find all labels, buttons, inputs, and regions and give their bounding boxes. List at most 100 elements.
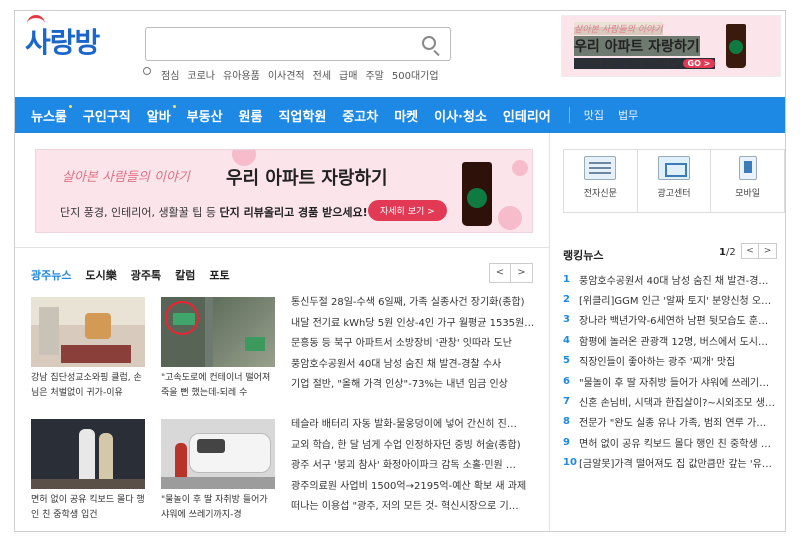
ranking-item[interactable]: 8 전문가 "완도 실종 유나 가족, 범죄 연루 가… bbox=[563, 412, 783, 432]
flower-decoration bbox=[512, 160, 528, 176]
headline-item[interactable]: 문흥동 등 북구 아파트서 소방장비 '관창' 잇따라 도난 bbox=[291, 334, 537, 355]
prev-button[interactable]: < bbox=[489, 263, 511, 283]
hot-keyword[interactable]: 유아용품 bbox=[223, 67, 260, 82]
service-adcenter[interactable]: 광고센터 bbox=[638, 150, 712, 212]
ranking-list: 1 풍암호수공원서 40대 남성 숨진 채 발견-경… 2 [위클리]GGM 인근 … bbox=[563, 269, 783, 473]
rank-number: 9 bbox=[563, 436, 570, 448]
tab-column[interactable]: 칼럼 bbox=[175, 267, 195, 283]
headline-item[interactable]: 광주 서구 '붕괴 참사' 화정아이파크 감독 소홀·민원 … bbox=[291, 456, 537, 477]
rank-text: 장나라 백년가약-6세연하 남편 뒷모습도 훈… bbox=[579, 316, 769, 328]
headline-item[interactable]: 떠나는 이용섭 "광주, 저의 모든 것- 혁신시장으로 기… bbox=[291, 497, 537, 518]
nav-item-realestate[interactable]: 부동산 bbox=[187, 106, 223, 125]
nav-sub-legal[interactable]: 법무 bbox=[618, 107, 638, 123]
nav-item-academy[interactable]: 직업학원 bbox=[278, 106, 326, 125]
rank-text: 면허 없이 공유 킥보드 몰다 행인 친 중학생 … bbox=[579, 438, 771, 450]
ranking-item[interactable]: 7 신혼 손님비, 시댁과 한집살이?~시외조모 생… bbox=[563, 391, 783, 411]
next-button[interactable]: > bbox=[759, 243, 777, 259]
tab-city[interactable]: 도시樂 bbox=[85, 267, 116, 283]
ranking-item[interactable]: 9 면허 없이 공유 킥보드 몰다 행인 친 중학생 … bbox=[563, 432, 783, 452]
rank-number: 8 bbox=[563, 416, 570, 428]
nav-sub-restaurant[interactable]: 맛집 bbox=[584, 107, 604, 123]
nav-item-studio[interactable]: 원룸 bbox=[239, 106, 263, 125]
top-ad-script: 살아본 사람들의 이야기 bbox=[574, 22, 663, 35]
section-divider bbox=[15, 247, 549, 248]
rank-number: 3 bbox=[563, 314, 570, 326]
ranking-item[interactable]: 5 직장인들이 좋아하는 광주 '찌개' 맛집 bbox=[563, 351, 783, 371]
hot-keyword[interactable]: 주말 bbox=[365, 67, 383, 82]
headline-item[interactable]: 광주의료원 사업비 1500억→2195억-예산 확보 새 과제 bbox=[291, 477, 537, 498]
headline-item[interactable]: 기업 절반, "올해 가격 인상"-73%는 내년 임금 인상 bbox=[291, 375, 537, 396]
nav-item-interior[interactable]: 인테리어 bbox=[503, 106, 551, 125]
news-thumbnail[interactable] bbox=[161, 297, 275, 367]
news-thumbnail[interactable] bbox=[31, 419, 145, 489]
rank-number: 7 bbox=[563, 396, 570, 408]
hot-keywords: 점심 코로나 유아용품 이사견적 전세 급매 주말 500대기업 bbox=[143, 67, 439, 82]
thumbnail-caption[interactable]: 강남 집단성교소와핑 클럽, 손님은 처벌없이 귀가-이유 bbox=[31, 371, 145, 401]
rank-text: [위클리]GGM 인근 '알짜 토지' 분양신청 오… bbox=[579, 296, 772, 308]
tab-photo[interactable]: 포토 bbox=[209, 267, 229, 283]
logo-text: 사랑방 bbox=[25, 26, 100, 59]
thumbnail-caption[interactable]: "물놀이 후 딸 자취방 들어가 샤워에 쓰레기까지-경 bbox=[161, 493, 275, 523]
nav-item-market[interactable]: 마켓 bbox=[394, 106, 418, 125]
rank-text: 전문가 "완도 실종 유나 가족, 범죄 연루 가… bbox=[579, 418, 767, 430]
ranking-item[interactable]: 10 [금알못]가격 떨어져도 집 값만큼만 갚는 '유… bbox=[563, 453, 783, 473]
search-icon[interactable] bbox=[422, 36, 436, 50]
banner-detail-button[interactable]: 자세히 보기 > bbox=[368, 200, 447, 221]
new-dot-icon bbox=[68, 104, 72, 108]
coffee-cup-image bbox=[726, 24, 746, 68]
banner-script-text: 살아본 사람들의 이야기 bbox=[62, 170, 190, 185]
ranking-item[interactable]: 6 "물놀이 후 딸 자취방 들어가 샤워에 쓰레기… bbox=[563, 371, 783, 391]
hot-keyword[interactable]: 급매 bbox=[339, 67, 357, 82]
rank-text: 풍암호수공원서 40대 남성 숨진 채 발견-경… bbox=[579, 275, 769, 287]
top-ad-title: 우리 아파트 자랑하기 bbox=[574, 36, 700, 56]
service-mobile[interactable]: 모바일 bbox=[711, 150, 784, 212]
signal-icon bbox=[27, 15, 45, 27]
ranking-item[interactable]: 3 장나라 백년가약-6세연하 남편 뒷모습도 훈… bbox=[563, 310, 783, 330]
nav-divider bbox=[568, 107, 570, 123]
ranking-item[interactable]: 4 함평에 놀러온 관광객 12명, 버스에서 도시… bbox=[563, 330, 783, 350]
thumbnail-caption[interactable]: 면허 없이 공유 킥보드 몰다 행인 친 중학생 입건 bbox=[31, 493, 145, 523]
newspaper-icon bbox=[584, 156, 617, 180]
headline-list: 테슬라 배터리 자동 발화-물웅덩이에 넣어 간신히 진… 교외 학습, 한 달… bbox=[291, 415, 537, 518]
tab-gwangju-news[interactable]: 광주뉴스 bbox=[31, 267, 71, 283]
hot-keyword[interactable]: 코로나 bbox=[187, 67, 215, 82]
headline-item[interactable]: 풍암호수공원서 40대 남성 숨진 채 발견-경찰 수사 bbox=[291, 355, 537, 376]
service-enewspaper[interactable]: 전자신문 bbox=[564, 150, 638, 212]
top-ad-go-button[interactable]: GO > bbox=[682, 59, 716, 68]
site-logo[interactable]: 사랑방 bbox=[25, 15, 100, 61]
ranking-item[interactable]: 1 풍암호수공원서 40대 남성 숨진 채 발견-경… bbox=[563, 269, 783, 289]
ranking-item[interactable]: 2 [위클리]GGM 인근 '알짜 토지' 분양신청 오… bbox=[563, 289, 783, 309]
news-thumbnail[interactable] bbox=[161, 419, 275, 489]
headline-item[interactable]: 통신두절 28일-수색 6일째, 가족 실종사건 장기화(종합) bbox=[291, 293, 537, 314]
apartment-review-banner[interactable]: 살아본 사람들의 이야기 우리 아파트 자랑하기 단지 풍경, 인테리어, 생활… bbox=[35, 149, 533, 233]
news-thumbnail[interactable] bbox=[31, 297, 145, 367]
service-label: 전자신문 bbox=[583, 189, 617, 199]
news-pager: < > bbox=[489, 263, 533, 283]
thumbnail-caption[interactable]: "고속도로에 컨테이너 떨어져 죽을 뻔 했는데-되레 수 bbox=[161, 371, 275, 401]
prev-button[interactable]: < bbox=[741, 243, 759, 259]
top-ad-banner[interactable]: 살아본 사람들의 이야기 우리 아파트 자랑하기 단지리뷰 올리고 경품 받으세… bbox=[561, 15, 781, 77]
headline-item[interactable]: 내달 전기료 kWh당 5원 인상-4인 가구 월평균 1535원… bbox=[291, 314, 537, 335]
hot-keyword[interactable]: 500대기업 bbox=[392, 67, 439, 82]
hot-search-icon bbox=[143, 67, 151, 75]
ranking-title: 랭킹뉴스 bbox=[563, 249, 604, 262]
nav-item-moving[interactable]: 이사·청소 bbox=[434, 106, 487, 125]
nav-item-jobs[interactable]: 구인구직 bbox=[83, 106, 131, 125]
banner-title: 우리 아파트 자랑하기 bbox=[226, 168, 388, 189]
nav-item-usedcar[interactable]: 중고차 bbox=[342, 106, 378, 125]
rank-text: "물놀이 후 딸 자취방 들어가 샤워에 쓰레기… bbox=[579, 377, 770, 389]
hot-keyword[interactable]: 점심 bbox=[161, 67, 179, 82]
headline-item[interactable]: 테슬라 배터리 자동 발화-물웅덩이에 넣어 간신히 진… bbox=[291, 415, 537, 436]
ranking-pager: < > bbox=[741, 243, 777, 259]
hot-keyword[interactable]: 이사견적 bbox=[268, 67, 305, 82]
search-input[interactable] bbox=[145, 27, 451, 61]
tab-gwangju-talk[interactable]: 광주톡 bbox=[131, 267, 161, 283]
nav-item-parttime[interactable]: 알바 bbox=[147, 104, 176, 125]
headline-item[interactable]: 교외 학습, 한 달 넘게 수업 인정하자던 중빙 허술(종합) bbox=[291, 436, 537, 457]
hot-keyword[interactable]: 전세 bbox=[313, 67, 331, 82]
rank-number: 2 bbox=[563, 294, 570, 306]
next-button[interactable]: > bbox=[511, 263, 533, 283]
top-ad-desc: 단지리뷰 올리고 경품 받으세요! GO > bbox=[574, 58, 716, 69]
rank-number: 10 bbox=[563, 457, 577, 469]
nav-item-newsroom[interactable]: 뉴스룸 bbox=[31, 104, 72, 125]
